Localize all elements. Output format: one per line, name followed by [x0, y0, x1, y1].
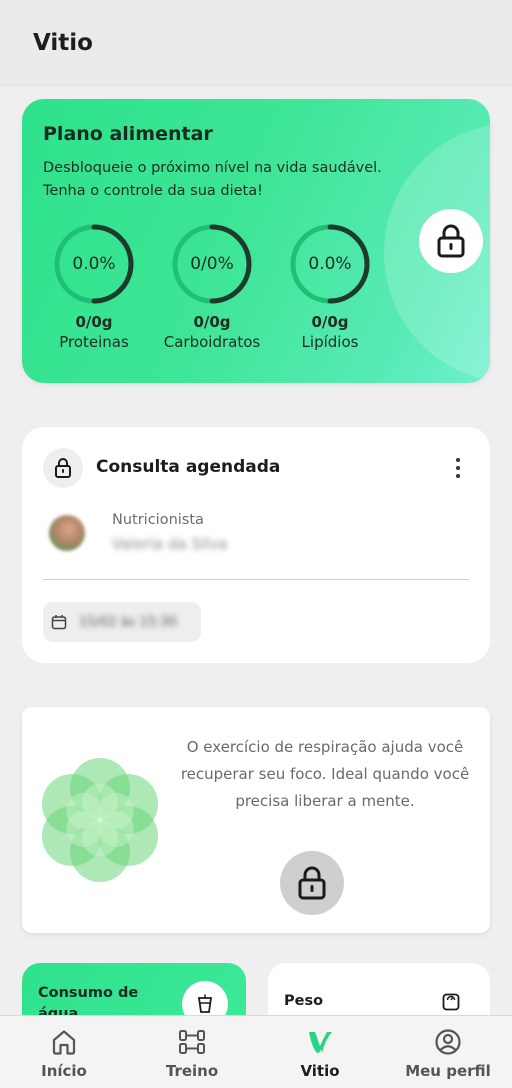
water-intake-title: Consumo de água [38, 985, 139, 1015]
home-icon [52, 1030, 76, 1055]
breathing-description: O exercício de respiração ajuda você rec… [180, 738, 470, 810]
dumbbell-icon [179, 1030, 205, 1054]
macro-label: Carboidratos [163, 333, 261, 351]
macro-percent: 0.0% [308, 254, 352, 274]
unlock-meal-plan-button[interactable] [419, 209, 483, 273]
water-intake-card[interactable]: Consumo de água [22, 963, 246, 1015]
breathing-flower-icon [42, 758, 158, 882]
bottom-navigation: Início Treino Vitio Meu perfil [0, 1015, 512, 1088]
macro-label: Proteinas [59, 333, 129, 351]
calendar-icon [51, 615, 67, 630]
water-glass-button[interactable] [182, 981, 228, 1015]
scale-icon [440, 991, 462, 1013]
professional-name: Valeria da Silva [112, 535, 228, 553]
progress-ring: 0/0% [171, 223, 253, 305]
avatar [49, 515, 85, 551]
weight-title: Peso [284, 993, 324, 1009]
meal-plan-card[interactable]: Plano alimentar Desbloqueie o próximo ní… [22, 99, 490, 383]
divider [43, 579, 469, 580]
macro-value: 0/0g [193, 313, 231, 331]
appointment-date-chip: 15/02 às 15:30 [43, 602, 201, 642]
progress-ring: 0.0% [289, 223, 371, 305]
nav-label: Vitio [300, 1062, 340, 1080]
macro-carbs: 0/0% 0/0g Carboidratos [152, 223, 272, 351]
main-content[interactable]: Plano alimentar Desbloqueie o próximo ní… [0, 87, 512, 1015]
lock-icon [55, 458, 71, 478]
more-options-icon[interactable] [450, 455, 466, 481]
lock-badge [43, 448, 83, 488]
macro-value: 0/0g [311, 313, 349, 331]
macro-lipids: 0.0% 0/0g Lipídios [270, 223, 390, 351]
page-title: Vitio [33, 30, 93, 56]
profile-icon [435, 1029, 461, 1055]
unlock-breathing-button[interactable] [280, 851, 344, 915]
macro-value: 0/0g [75, 313, 113, 331]
macro-percent: 0/0% [190, 254, 234, 274]
appointment-title: Consulta agendada [96, 457, 281, 477]
nav-label: Meu perfil [405, 1062, 491, 1080]
professional-label: Nutricionista [112, 512, 204, 528]
lock-icon [298, 866, 326, 900]
nav-item-treino[interactable]: Treino [137, 1026, 247, 1080]
meal-plan-description: Desbloqueie o próximo nível na vida saud… [43, 160, 382, 199]
breathing-exercise-card[interactable]: O exercício de respiração ajuda você rec… [22, 707, 490, 933]
nav-label: Início [41, 1062, 87, 1080]
nav-label: Treino [165, 1062, 219, 1080]
app-header: Vitio [0, 0, 512, 86]
nav-item-inicio[interactable]: Início [9, 1026, 119, 1080]
appointment-card[interactable]: Consulta agendada Nutricionista Valeria … [22, 427, 490, 663]
meal-plan-title: Plano alimentar [43, 123, 213, 145]
macro-proteins: 0.0% 0/0g Proteinas [34, 223, 154, 351]
water-glass-icon [197, 994, 213, 1013]
nav-item-meu-perfil[interactable]: Meu perfil [393, 1026, 503, 1080]
progress-ring: 0.0% [53, 223, 135, 305]
weight-card[interactable]: Peso [268, 963, 490, 1015]
macro-percent: 0.0% [72, 254, 116, 274]
nav-item-vitio[interactable]: Vitio [265, 1026, 375, 1080]
appointment-date: 15/02 às 15:30 [79, 614, 177, 630]
vitio-logo-icon [309, 1032, 332, 1053]
lock-icon [437, 224, 465, 258]
macro-label: Lipídios [301, 333, 359, 351]
